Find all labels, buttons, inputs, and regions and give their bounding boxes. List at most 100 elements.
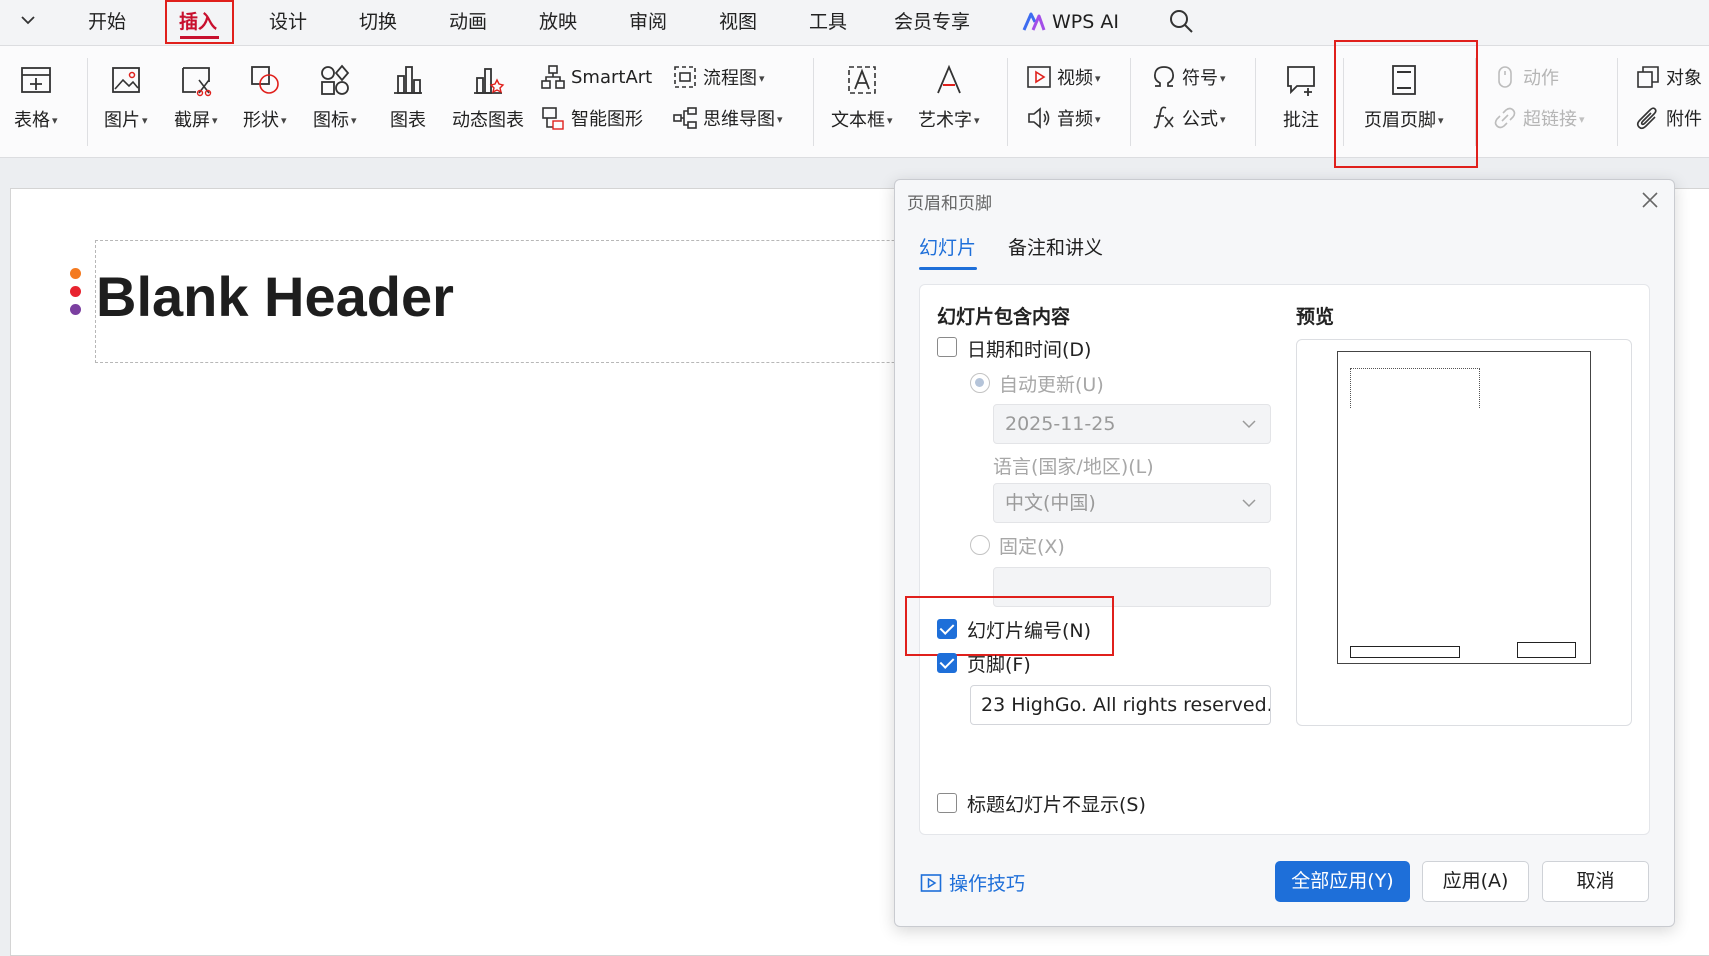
language-select[interactable]: 中文(中国) bbox=[993, 483, 1271, 523]
object-button[interactable]: 对象 bbox=[1635, 63, 1702, 91]
fixed-radio[interactable] bbox=[970, 535, 990, 555]
preview-slide-number-area bbox=[1517, 642, 1576, 658]
tab-slideshow[interactable]: 放映 bbox=[539, 8, 577, 36]
preview-heading: 预览 bbox=[1296, 306, 1335, 328]
wordart-icon bbox=[936, 64, 961, 94]
mouse-icon bbox=[1498, 66, 1512, 88]
table-label: 表格 bbox=[14, 110, 50, 131]
chart-label: 图表 bbox=[390, 110, 426, 131]
tab-review[interactable]: 审阅 bbox=[629, 8, 667, 36]
dynamic-chart-button[interactable]: 动态图表 bbox=[452, 62, 524, 132]
footer-label: 页脚(F) bbox=[967, 654, 1031, 676]
symbol-label: 符号 bbox=[1182, 68, 1218, 89]
comment-label: 批注 bbox=[1283, 110, 1319, 131]
fixed-label: 固定(X) bbox=[999, 536, 1065, 558]
date-time-label: 日期和时间(D) bbox=[967, 339, 1092, 361]
active-tab-underline bbox=[919, 267, 977, 270]
hide-on-title-checkbox[interactable] bbox=[937, 793, 957, 813]
smart-graphic-button[interactable]: 智能图形 bbox=[540, 104, 643, 132]
tab-design[interactable]: 设计 bbox=[269, 8, 307, 36]
wordart-button[interactable]: 艺术字 ▾ bbox=[918, 62, 980, 132]
smartart-button[interactable]: SmartArt bbox=[540, 63, 652, 91]
close-icon[interactable] bbox=[1640, 190, 1660, 210]
title-accent-dots bbox=[70, 268, 82, 324]
attachment-button[interactable]: 附件 bbox=[1635, 104, 1702, 132]
screenshot-label: 截屏 bbox=[174, 110, 210, 131]
insert-icon-button[interactable]: 图标 ▾ bbox=[313, 62, 357, 132]
footer-checkbox[interactable] bbox=[937, 653, 957, 673]
paperclip-icon bbox=[1636, 107, 1657, 130]
chevron-down-icon bbox=[1242, 499, 1256, 508]
tab-home[interactable]: 开始 bbox=[88, 8, 126, 36]
flowchart-button[interactable]: 流程图 ▾ bbox=[672, 63, 765, 91]
dialog-title: 页眉和页脚 bbox=[907, 194, 992, 214]
search-icon[interactable] bbox=[1168, 8, 1194, 34]
insert-picture-button[interactable]: 图片 ▾ bbox=[104, 62, 148, 132]
flowchart-icon bbox=[674, 66, 696, 88]
mindmap-icon bbox=[673, 107, 697, 129]
screenshot-button[interactable]: 截屏 ▾ bbox=[174, 62, 218, 132]
action-button[interactable]: 动作 bbox=[1492, 63, 1559, 91]
dynamic-chart-label: 动态图表 bbox=[452, 110, 524, 131]
screenshot-icon bbox=[181, 67, 211, 97]
smartart-icon bbox=[541, 65, 565, 89]
hyperlink-button[interactable]: 超链接 ▾ bbox=[1492, 104, 1585, 132]
attachment-label: 附件 bbox=[1666, 109, 1702, 130]
icon-label: 图标 bbox=[313, 110, 349, 131]
dynamic-chart-icon bbox=[474, 68, 505, 94]
object-icon bbox=[1637, 66, 1659, 88]
apply-button[interactable]: 应用(A) bbox=[1422, 861, 1529, 902]
date-format-value: 2025-11-25 bbox=[1005, 413, 1116, 435]
insert-table-button[interactable]: 表格 ▾ bbox=[14, 62, 58, 132]
insert-shape-button[interactable]: 形状 ▾ bbox=[243, 62, 287, 132]
preview-title-area bbox=[1350, 368, 1480, 408]
tips-link[interactable]: 操作技巧 bbox=[920, 869, 1025, 896]
formula-button[interactable]: 公式 ▾ bbox=[1151, 104, 1226, 132]
hyperlink-label: 超链接 bbox=[1523, 109, 1577, 130]
footer-text-input[interactable]: 23 HighGo. All rights reserved. bbox=[970, 685, 1271, 725]
tab-transitions[interactable]: 切换 bbox=[359, 8, 397, 36]
apply-all-button[interactable]: 全部应用(Y) bbox=[1275, 861, 1410, 902]
preview-footer-area bbox=[1350, 646, 1460, 658]
audio-label: 音频 bbox=[1057, 109, 1093, 130]
tips-label: 操作技巧 bbox=[949, 873, 1026, 895]
slide-title[interactable]: Blank Header bbox=[96, 262, 454, 332]
date-format-select[interactable]: 2025-11-25 bbox=[993, 404, 1271, 444]
cancel-button[interactable]: 取消 bbox=[1542, 861, 1649, 902]
separator bbox=[1007, 58, 1008, 146]
video-button[interactable]: 视频 ▾ bbox=[1026, 63, 1101, 91]
wps-ai-label: WPS AI bbox=[1052, 11, 1119, 33]
textbox-button[interactable]: 文本框 ▾ bbox=[831, 62, 893, 132]
purple-dot bbox=[70, 304, 81, 315]
tab-tools[interactable]: 工具 bbox=[809, 8, 847, 36]
tab-animations[interactable]: 动画 bbox=[449, 8, 487, 36]
insert-chart-button[interactable]: 图表 bbox=[390, 62, 426, 132]
active-tab-underline bbox=[180, 36, 219, 39]
smartart-label: SmartArt bbox=[571, 66, 653, 88]
chevron-down-icon[interactable] bbox=[18, 10, 38, 30]
tab-slides[interactable]: 幻灯片 bbox=[919, 235, 976, 261]
action-label: 动作 bbox=[1523, 68, 1559, 89]
tab-notes-handouts[interactable]: 备注和讲义 bbox=[1008, 235, 1103, 261]
separator bbox=[87, 58, 88, 146]
comment-icon bbox=[1287, 66, 1315, 96]
auto-update-label: 自动更新(U) bbox=[999, 374, 1104, 396]
auto-update-radio[interactable] bbox=[970, 373, 990, 393]
tab-view[interactable]: 视图 bbox=[719, 8, 757, 36]
comment-button[interactable]: 批注 bbox=[1283, 62, 1319, 132]
object-label: 对象 bbox=[1666, 68, 1702, 89]
date-time-checkbox[interactable] bbox=[937, 337, 957, 357]
separator bbox=[1255, 58, 1256, 146]
wps-ai-button[interactable]: WPS AI bbox=[1022, 8, 1119, 36]
textbox-icon bbox=[847, 66, 876, 94]
orange-dot bbox=[70, 268, 81, 279]
slide-content-heading: 幻灯片包含内容 bbox=[937, 306, 1071, 328]
shape-label: 形状 bbox=[243, 110, 279, 131]
audio-button[interactable]: 音频 ▾ bbox=[1026, 104, 1101, 132]
tab-member[interactable]: 会员专享 bbox=[894, 8, 970, 36]
mindmap-button[interactable]: 思维导图 ▾ bbox=[672, 104, 783, 132]
shape-icon bbox=[250, 66, 279, 94]
textbox-label: 文本框 bbox=[831, 110, 885, 131]
symbol-button[interactable]: 符号 ▾ bbox=[1151, 63, 1226, 91]
picture-icon bbox=[111, 67, 140, 93]
